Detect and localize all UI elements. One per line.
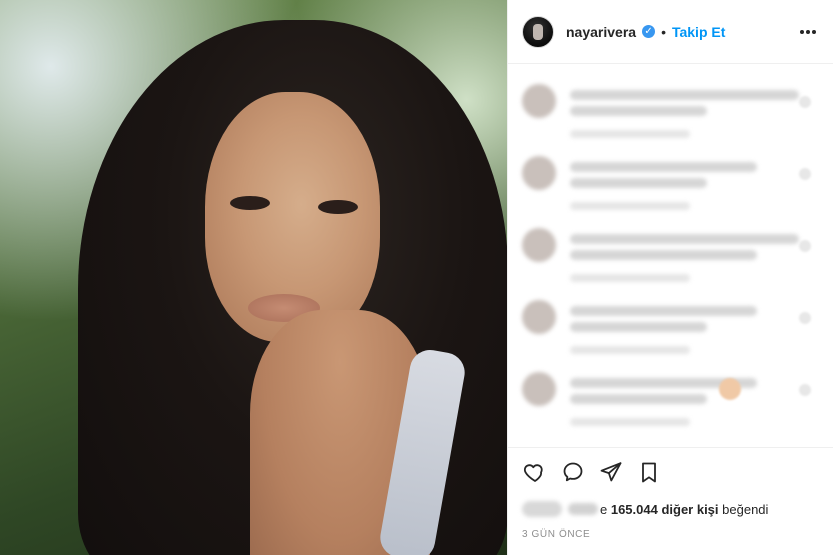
comment-avatar <box>522 300 556 334</box>
comment-body <box>570 228 819 282</box>
likes-count: 165.044 diğer kişi <box>610 501 719 517</box>
comment-item <box>522 228 819 282</box>
comment-text-line <box>570 90 800 100</box>
follow-button[interactable]: Takip Et <box>672 24 725 40</box>
photo-eye-right <box>318 200 358 214</box>
verified-badge-icon: ✓ <box>642 25 656 38</box>
post-side-panel: nayarivera ✓ • Takip Et e 165.044 diğer … <box>507 0 833 555</box>
comment-icon-svg <box>563 462 583 481</box>
comment-meta <box>570 274 690 282</box>
comment-like-icon[interactable] <box>799 384 811 396</box>
comment-avatar <box>522 372 556 406</box>
comment-like-icon[interactable] <box>799 312 811 324</box>
likes-text: e 165.044 diğer kişi beğendi <box>600 502 768 517</box>
comment-like-icon[interactable] <box>799 168 811 180</box>
avatar-figure <box>533 23 543 40</box>
avatar[interactable] <box>522 15 554 48</box>
comment-body <box>570 372 819 426</box>
post-photo <box>0 0 507 555</box>
follow-separator: • <box>661 23 666 40</box>
photo-eye-left <box>230 196 270 210</box>
bookmark-icon-svg <box>642 462 656 482</box>
comment-text-line <box>570 162 757 172</box>
comment-meta <box>570 418 690 426</box>
comment-body <box>570 84 819 138</box>
more-icon[interactable] <box>797 21 819 43</box>
heart-icon-svg <box>523 463 543 482</box>
comment-item <box>522 372 819 426</box>
likes-suffix: beğendi <box>718 501 769 517</box>
post-actions <box>508 447 833 495</box>
comment-avatar <box>522 156 556 190</box>
comment-meta <box>570 130 690 138</box>
comment-item <box>522 84 819 138</box>
comment-text-line <box>570 250 757 260</box>
comments-list[interactable] <box>508 64 833 447</box>
comment-body <box>570 300 819 354</box>
likes-prefix-blur <box>568 503 598 515</box>
comment-body <box>570 156 819 210</box>
comment-meta <box>570 346 690 354</box>
comment-like-icon[interactable] <box>799 96 811 108</box>
heart-icon[interactable] <box>522 459 548 485</box>
comment-text-line <box>570 106 707 116</box>
comment-avatar <box>522 228 556 262</box>
username-link[interactable]: nayarivera <box>566 24 636 40</box>
comment-item <box>522 156 819 210</box>
likes-avatars <box>522 501 562 517</box>
emoji-icon <box>719 378 741 400</box>
comment-text-line <box>570 234 800 244</box>
likes-prefix: e <box>600 501 611 517</box>
bookmark-icon[interactable] <box>636 459 662 485</box>
comment-icon[interactable] <box>560 459 586 485</box>
comment-text-line <box>570 178 707 188</box>
post-header: nayarivera ✓ • Takip Et <box>508 0 833 64</box>
send-icon[interactable] <box>598 459 624 485</box>
comment-item <box>522 300 819 354</box>
comment-meta <box>570 202 690 210</box>
likes-summary[interactable]: e 165.044 diğer kişi beğendi <box>508 495 833 523</box>
comment-text-line <box>570 322 707 332</box>
post-timestamp: 3 GÜN ÖNCE <box>522 528 591 540</box>
comment-text-line <box>570 394 707 404</box>
more-icon-svg <box>800 29 816 34</box>
send-icon-svg <box>600 461 622 481</box>
comment-like-icon[interactable] <box>799 240 811 252</box>
comment-text-line <box>570 306 757 316</box>
comment-avatar <box>522 84 556 118</box>
